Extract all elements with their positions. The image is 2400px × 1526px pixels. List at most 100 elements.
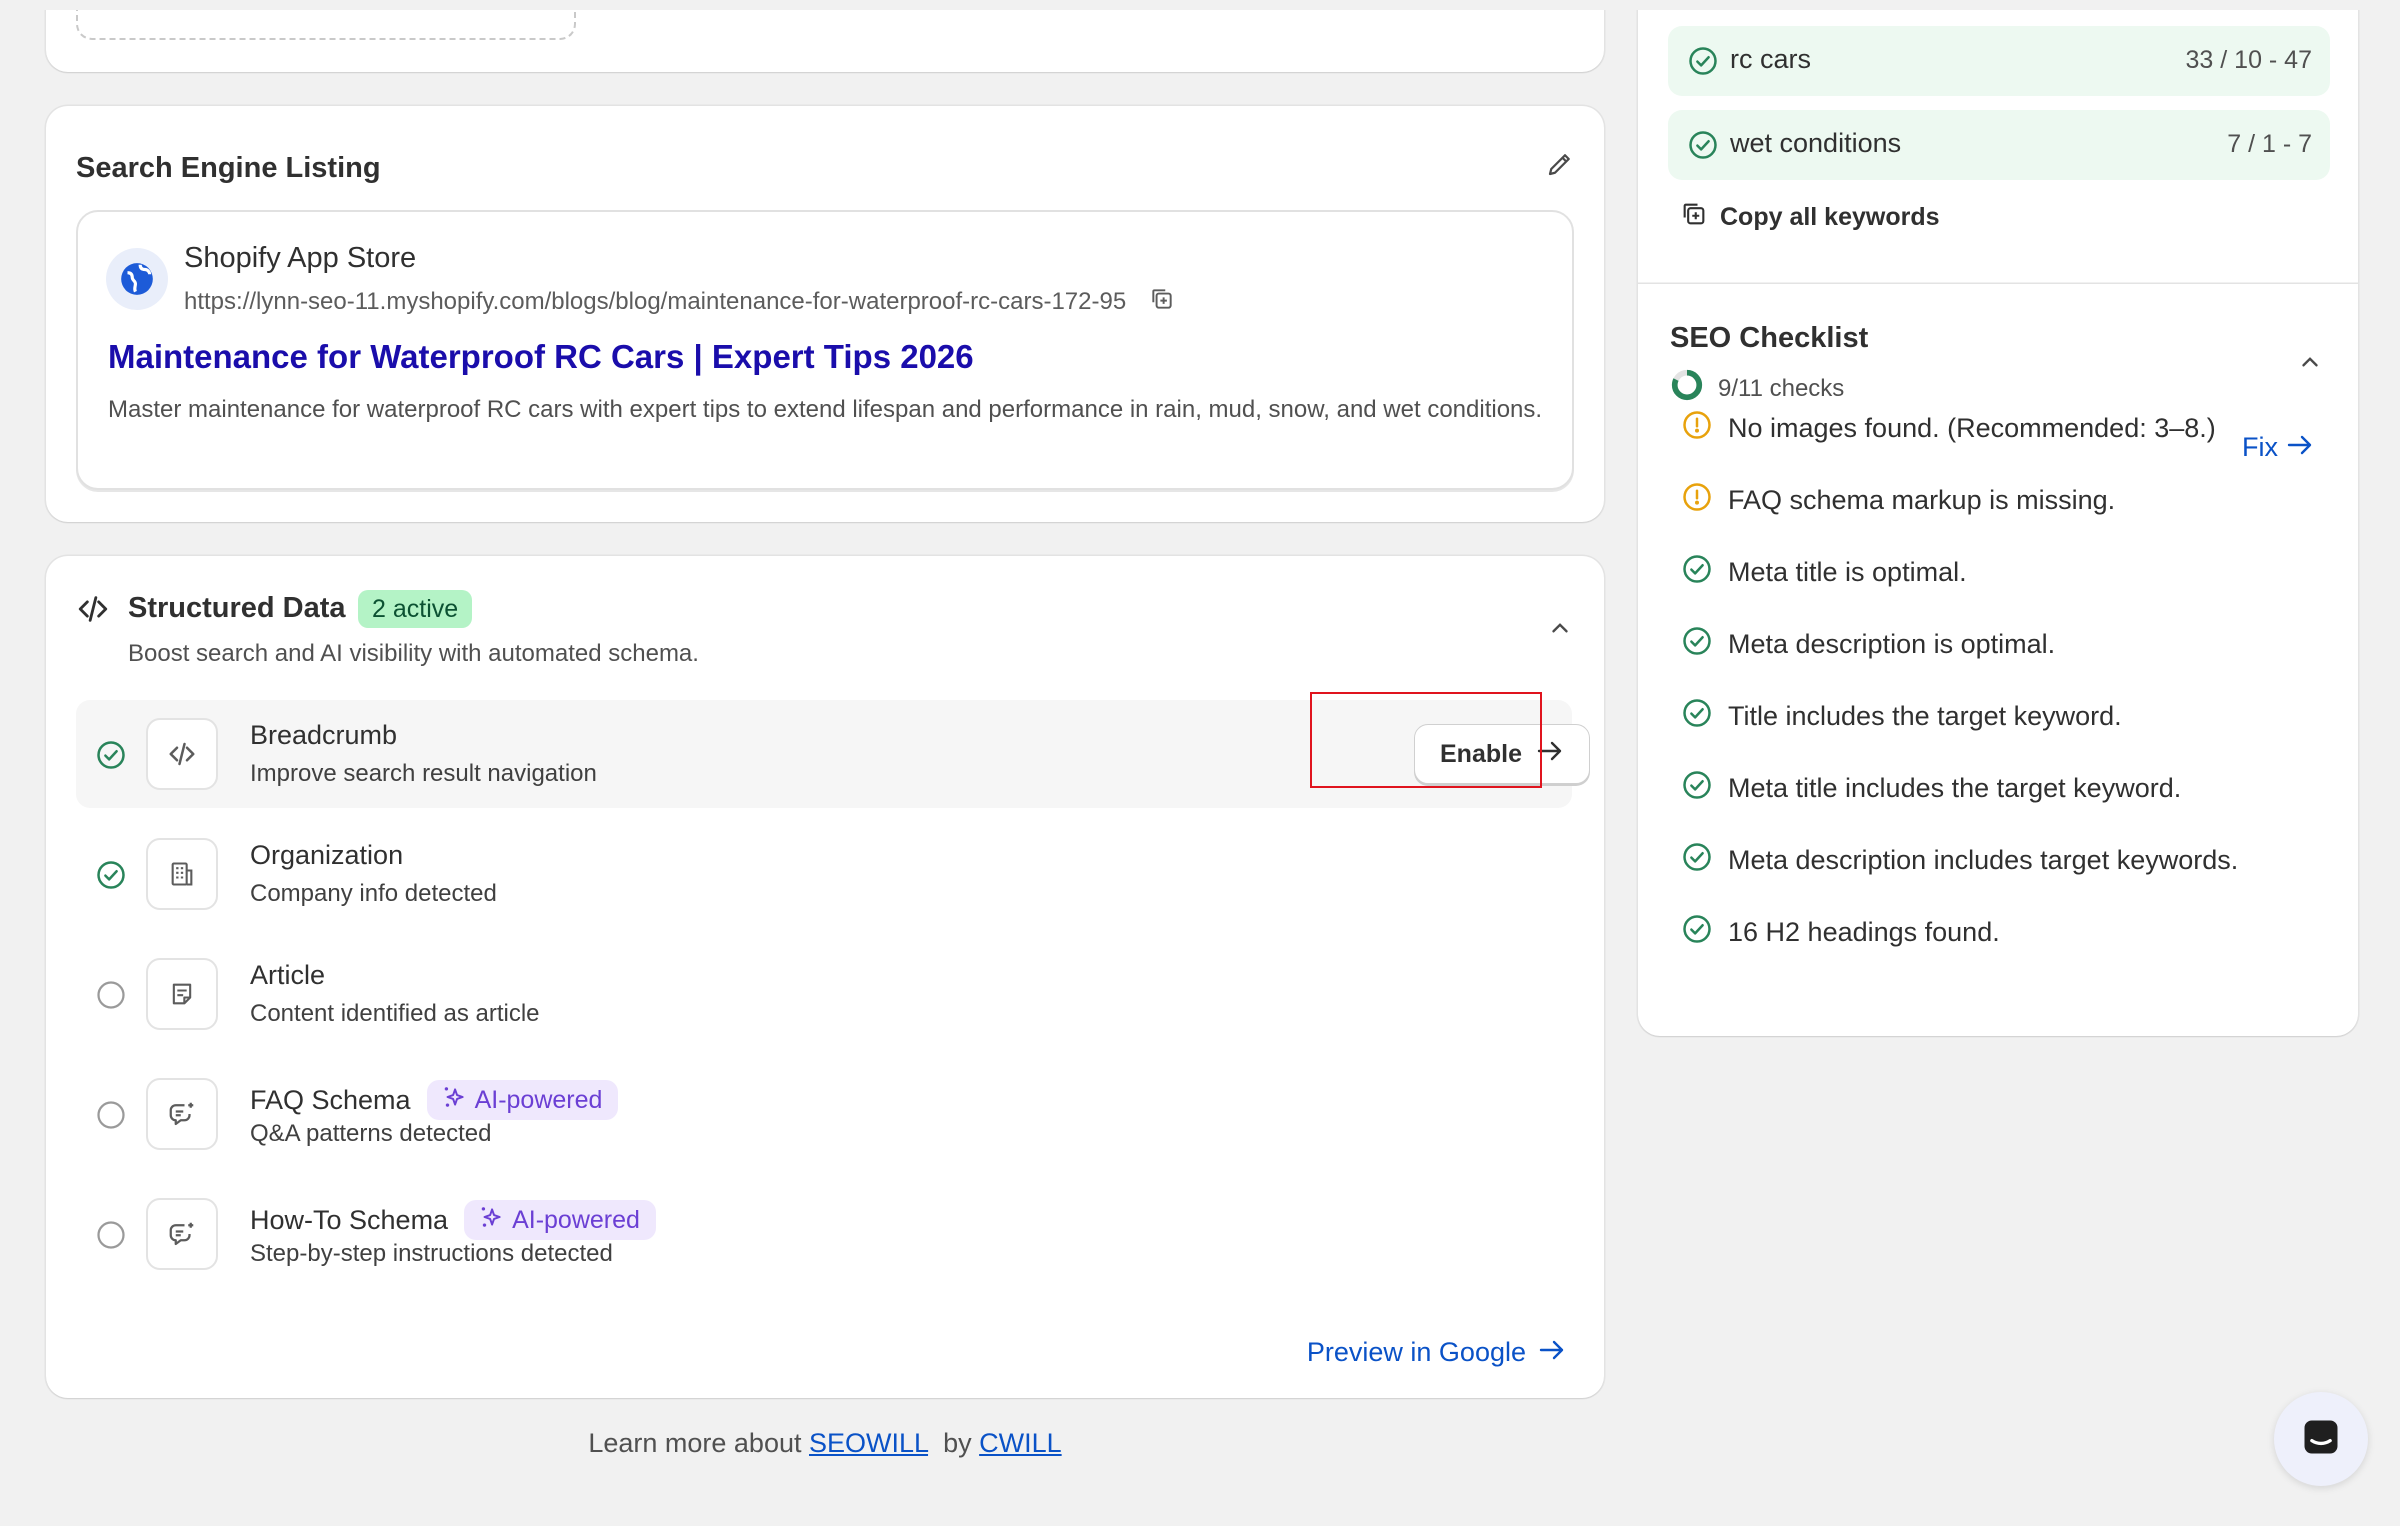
check-circle-icon bbox=[1682, 842, 1712, 879]
checklist-item: Meta title includes the target keyword. bbox=[1682, 768, 2181, 808]
collapse-chevron-up-icon[interactable] bbox=[1540, 608, 1580, 648]
check-circle-icon bbox=[1682, 626, 1712, 663]
edit-icon[interactable] bbox=[1540, 144, 1580, 184]
schema-desc: Step-by-step instructions detected bbox=[250, 1240, 613, 1267]
keyword-name: wet conditions bbox=[1730, 128, 1902, 158]
seo-checklist-card: SEO Checklist 9/11 checks No images foun… bbox=[1638, 284, 2358, 1036]
schema-title: FAQ Schema AI-powered bbox=[250, 1080, 619, 1120]
keyword-row: wet conditions 7 / 1 - 7 bbox=[1668, 110, 2330, 180]
chat-widget-button[interactable] bbox=[2274, 1392, 2368, 1486]
serp-description: Master maintenance for waterproof RC car… bbox=[108, 396, 1543, 423]
article-icon bbox=[146, 958, 218, 1030]
ai-badge-label: AI-powered bbox=[512, 1205, 640, 1234]
dropzone[interactable] bbox=[76, 10, 576, 40]
ai-powered-badge: AI-powered bbox=[464, 1200, 656, 1240]
structured-data-card: Structured Data 2 active Boost search an… bbox=[46, 556, 1604, 1398]
checklist-item-text: Meta title is optimal. bbox=[1728, 556, 1967, 587]
checklist-item-text: Meta description is optimal. bbox=[1728, 628, 2056, 659]
ai-powered-badge: AI-powered bbox=[426, 1080, 619, 1120]
check-circle-icon bbox=[1682, 698, 1712, 735]
checklist-item: Meta description includes target keyword… bbox=[1682, 840, 2238, 880]
schema-row-howto: How-To Schema AI-powered Step-by-step in… bbox=[76, 1180, 1572, 1288]
empty-circle-icon[interactable] bbox=[96, 1100, 126, 1130]
checklist-item: FAQ schema markup is missing. bbox=[1682, 480, 2115, 520]
fix-label: Fix bbox=[2242, 432, 2278, 462]
chat-sparkle-icon bbox=[146, 1078, 218, 1150]
keywords-card: rc cars 33 / 10 - 47 wet conditions 7 / … bbox=[1638, 10, 2358, 292]
schema-title-text: FAQ Schema bbox=[250, 1084, 411, 1115]
empty-circle-icon[interactable] bbox=[96, 1220, 126, 1250]
keyword-name: rc cars bbox=[1730, 44, 1811, 74]
checklist-item-text: No images found. (Recommended: 3–8.) bbox=[1728, 412, 2216, 443]
structured-data-subtitle: Boost search and AI visibility with auto… bbox=[128, 640, 699, 667]
schema-desc: Q&A patterns detected bbox=[250, 1120, 492, 1147]
keyword-row: rc cars 33 / 10 - 47 bbox=[1668, 26, 2330, 96]
schema-desc: Company info detected bbox=[250, 880, 497, 907]
structured-data-title: Structured Data bbox=[128, 592, 346, 624]
search-engine-listing-card: Search Engine Listing Shopify App Store … bbox=[46, 106, 1604, 522]
empty-circle-icon[interactable] bbox=[96, 980, 126, 1010]
checklist-item-text: Meta description includes target keyword… bbox=[1728, 844, 2239, 875]
schema-title: How-To Schema AI-powered bbox=[250, 1200, 656, 1240]
copy-all-label: Copy all keywords bbox=[1720, 203, 1940, 231]
schema-title: Breadcrumb bbox=[250, 720, 397, 751]
warning-circle-icon bbox=[1682, 482, 1712, 519]
code-icon bbox=[146, 718, 218, 790]
schema-title-text: How-To Schema bbox=[250, 1204, 449, 1235]
keyword-count: 7 / 1 - 7 bbox=[2227, 130, 2312, 158]
checklist-item: Title includes the target keyword. bbox=[1682, 696, 2122, 736]
fix-faq-link[interactable]: Fix bbox=[2242, 432, 2314, 463]
preview-link-label: Preview in Google bbox=[1306, 1337, 1526, 1367]
schema-title-text: Article bbox=[250, 960, 326, 990]
check-circle-icon bbox=[1688, 46, 1718, 76]
checklist-item: 16 H2 headings found. bbox=[1682, 912, 2000, 952]
site-url: https://lynn-seo-11.myshopify.com/blogs/… bbox=[184, 286, 1175, 319]
check-circle-icon bbox=[1682, 770, 1712, 807]
highlight-annotation bbox=[1310, 692, 1542, 788]
building-icon bbox=[146, 838, 218, 910]
preview-in-google-link[interactable]: Preview in Google bbox=[1307, 1337, 1566, 1368]
progress-ring-icon bbox=[1670, 368, 1704, 409]
checklist-item: Meta description is optimal. bbox=[1682, 624, 2055, 664]
footer-by: by bbox=[943, 1428, 972, 1458]
globe-icon bbox=[106, 248, 168, 310]
check-circle-icon[interactable] bbox=[96, 740, 126, 770]
schema-row-faq: FAQ Schema AI-powered Q&A patterns detec… bbox=[76, 1060, 1572, 1168]
sparkle-icon bbox=[441, 1084, 467, 1117]
check-circle-icon bbox=[1688, 130, 1718, 160]
cwill-link[interactable]: CWILL bbox=[979, 1428, 1062, 1458]
seo-checks-count: 9/11 checks bbox=[1670, 368, 1844, 409]
site-url-text: https://lynn-seo-11.myshopify.com/blogs/… bbox=[184, 287, 1127, 315]
checks-count-label: 9/11 checks bbox=[1718, 374, 1845, 402]
check-circle-icon[interactable] bbox=[96, 860, 126, 890]
search-listing-title: Search Engine Listing bbox=[76, 152, 381, 184]
checklist-item-text: 16 H2 headings found. bbox=[1728, 916, 2000, 947]
schema-title: Article bbox=[250, 960, 325, 991]
seo-checklist-title: SEO Checklist bbox=[1670, 322, 1869, 354]
check-circle-icon bbox=[1682, 554, 1712, 591]
app-frame: Search Engine Listing Shopify App Store … bbox=[12, 10, 2388, 1516]
chat-icon bbox=[2299, 1415, 2343, 1464]
schema-row-article: Article Content identified as article bbox=[76, 940, 1572, 1048]
copy-all-keywords-button[interactable]: Copy all keywords bbox=[1680, 200, 1940, 235]
ai-badge-label: AI-powered bbox=[474, 1085, 603, 1114]
seowill-link[interactable]: SEOWILL bbox=[809, 1428, 928, 1458]
serp-preview: Shopify App Store https://lynn-seo-11.my… bbox=[76, 210, 1574, 490]
serp-title[interactable]: Maintenance for Waterproof RC Cars | Exp… bbox=[108, 338, 974, 376]
arrow-right-icon bbox=[2286, 432, 2314, 463]
chat-sparkle-icon bbox=[146, 1198, 218, 1270]
keyword-count: 33 / 10 - 47 bbox=[2185, 46, 2312, 74]
arrow-right-icon bbox=[1538, 1337, 1566, 1368]
code-icon bbox=[76, 592, 110, 631]
copy-icon[interactable] bbox=[1149, 286, 1175, 319]
schema-title-text: Breadcrumb bbox=[250, 720, 398, 750]
active-badge: 2 active bbox=[358, 590, 473, 628]
schema-row-organization: Organization Company info detected bbox=[76, 820, 1572, 928]
upload-card bbox=[46, 10, 1604, 72]
collapse-chevron-up-icon[interactable] bbox=[2290, 342, 2330, 382]
check-circle-icon bbox=[1682, 914, 1712, 951]
site-name: Shopify App Store bbox=[184, 242, 417, 274]
schema-desc: Improve search result navigation bbox=[250, 760, 597, 787]
schema-desc: Content identified as article bbox=[250, 1000, 540, 1027]
checklist-item: No images found. (Recommended: 3–8.) bbox=[1682, 408, 2216, 448]
